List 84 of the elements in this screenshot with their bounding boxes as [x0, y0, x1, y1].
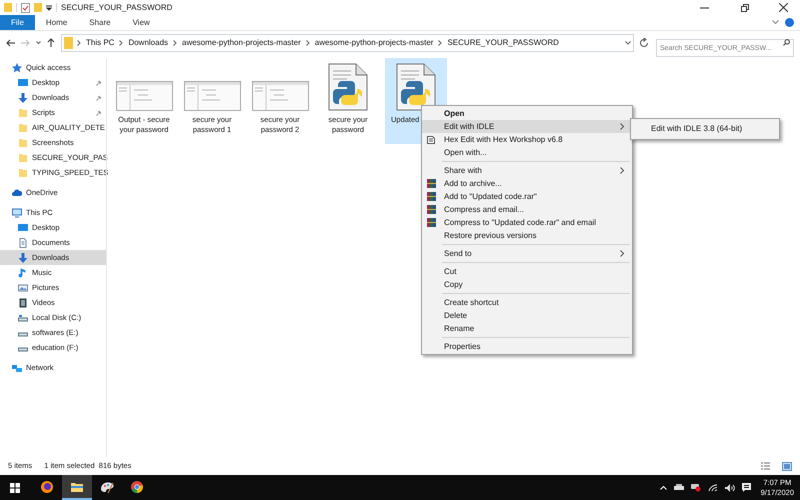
large-icons-view-icon[interactable] — [782, 462, 792, 470]
disk-icon — [18, 312, 28, 322]
search-icon — [783, 38, 790, 46]
chevron-icon[interactable] — [306, 40, 310, 46]
printer-icon[interactable] — [674, 484, 684, 491]
folder-icon — [64, 36, 73, 48]
down-arrow-icon — [18, 92, 28, 102]
wifi-icon[interactable] — [708, 484, 718, 492]
ribbon-tab[interactable]: View — [122, 15, 161, 30]
music-note-icon — [18, 268, 28, 278]
address-field[interactable]: This PC Downloads awesome-python-projects-master awesome-python-projects-master SECURE_YOUR_PASSWORD — [61, 34, 634, 52]
chevron-icon — [620, 250, 624, 257]
help-icon[interactable] — [785, 18, 794, 27]
chevron-icon[interactable] — [772, 20, 779, 25]
breadcrumb-link[interactable]: SECURE_YOUR_PASSWORD — [447, 36, 559, 48]
refresh-icon[interactable] — [640, 38, 648, 47]
chevron-icon[interactable] — [119, 40, 124, 46]
palette-icon — [100, 480, 114, 494]
pictures-icon — [18, 282, 28, 292]
archive-books-icon — [427, 218, 436, 227]
speaker-icon[interactable] — [724, 484, 735, 492]
menu-item[interactable]: Edit with IDLE 3.8 (64-bit) — [631, 123, 779, 135]
taskbar-button[interactable] — [62, 475, 92, 500]
error-badge-icon[interactable] — [690, 483, 701, 492]
menu-item[interactable]: Restore previous versions — [422, 229, 632, 242]
chevron-icon — [620, 123, 624, 130]
menu-item[interactable]: Delete — [422, 309, 632, 322]
menu-item[interactable]: Compress to "Updated code.rar" and email — [422, 216, 632, 229]
archive-books-icon — [427, 205, 436, 214]
menu-item[interactable]: Copy — [422, 278, 632, 291]
down-arrow-icon — [18, 252, 28, 262]
menu-item[interactable]: Share with — [422, 164, 632, 177]
breadcrumb-link[interactable]: awesome-python-projects-master — [182, 36, 301, 48]
monitor-icon — [18, 222, 28, 232]
folder-icon — [4, 3, 12, 12]
firefox-icon — [40, 480, 54, 494]
chevron-icon — [620, 167, 624, 174]
ribbon-tab[interactable]: File — [0, 15, 35, 30]
cloud-icon — [12, 188, 22, 198]
monitor-icon — [18, 78, 28, 88]
menu-item[interactable]: Send to — [422, 247, 632, 260]
notifications-icon[interactable] — [742, 483, 751, 492]
python-file-icon — [328, 63, 368, 111]
back-icon[interactable] — [6, 38, 15, 46]
chevron-up-icon[interactable] — [660, 486, 667, 490]
breadcrumb-link[interactable]: Downloads — [128, 36, 168, 48]
menu-item[interactable]: Compress and email... — [422, 203, 632, 216]
archive-books-icon — [427, 192, 436, 201]
breadcrumb-link[interactable]: This PC — [86, 36, 114, 48]
menu-item[interactable]: Edit with IDLE — [422, 120, 632, 133]
monitor-icon — [12, 208, 22, 218]
document-icon — [427, 136, 435, 144]
windows-icon[interactable] — [10, 482, 20, 492]
close-icon[interactable] — [779, 3, 788, 12]
window-title: SECURE_YOUR_PASSWORD — [61, 2, 172, 14]
chevron-icon[interactable] — [625, 40, 631, 44]
menu-item[interactable]: Cut — [422, 265, 632, 278]
menu-item[interactable]: Open with... — [422, 146, 632, 159]
network-icon — [12, 362, 22, 372]
ribbon-tab[interactable]: Share — [78, 15, 122, 30]
screenshot-thumbnail — [116, 81, 172, 111]
menu-item[interactable]: Create shortcut — [422, 296, 632, 309]
menu-item[interactable]: Add to "Updated code.rar" — [422, 190, 632, 203]
properties-icon[interactable] — [21, 2, 30, 12]
chevron-icon[interactable] — [173, 40, 178, 46]
up-icon[interactable] — [47, 38, 55, 47]
details-view-icon[interactable] — [761, 462, 770, 470]
caret-icon[interactable] — [46, 4, 52, 10]
document-icon — [18, 238, 28, 248]
screenshot-thumbnail — [252, 81, 308, 111]
chevron-icon[interactable] — [77, 40, 81, 46]
film-icon — [18, 298, 28, 308]
ribbon-tab[interactable]: Home — [34, 15, 78, 30]
menu-item[interactable]: Rename — [422, 322, 632, 335]
archive-books-icon — [427, 179, 436, 188]
chevron-icon[interactable] — [438, 40, 442, 46]
menu-item[interactable]: Add to archive... — [422, 177, 632, 190]
star-icon — [12, 62, 22, 72]
chevron-icon[interactable] — [36, 40, 41, 44]
breadcrumb-link[interactable]: awesome-python-projects-master — [314, 36, 434, 48]
chrome-icon — [130, 480, 144, 494]
screenshot-thumbnail — [184, 81, 240, 111]
menu-item[interactable]: Properties — [422, 340, 632, 353]
restore-icon[interactable] — [741, 4, 749, 12]
